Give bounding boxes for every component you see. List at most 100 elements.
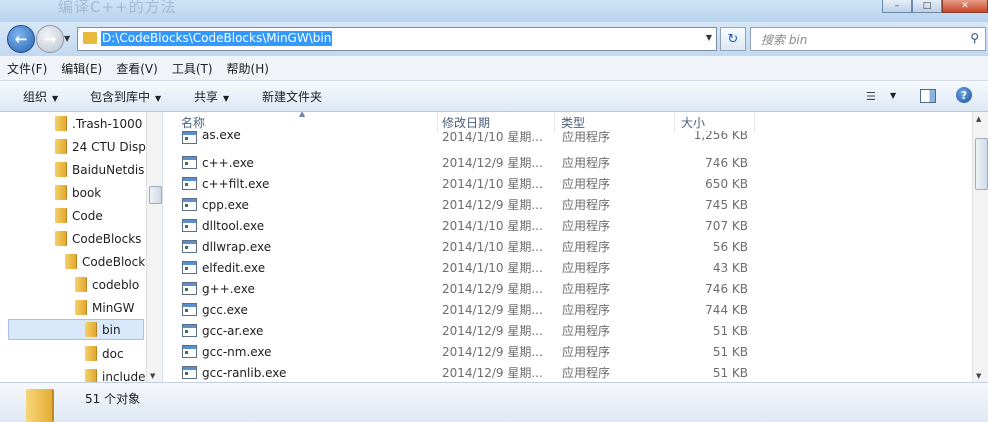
exe-file-icon	[182, 219, 197, 232]
menu-help[interactable]: 帮助(H)	[220, 60, 276, 77]
tree-item[interactable]: MinGW	[75, 297, 134, 318]
exe-file-icon	[182, 131, 197, 144]
file-name: gcc.exe	[202, 302, 248, 317]
file-name: cpp.exe	[202, 197, 249, 212]
command-bar: 组织 ▼ 包含到库中 ▼ 共享 ▼ 新建文件夹 ☰ ▼ ?	[0, 81, 988, 112]
file-row[interactable]: as.exe 2014/1/10 星期... 应用程序 1,256 KB	[179, 131, 759, 147]
file-row[interactable]: c++.exe 2014/12/9 星期... 应用程序 746 KB	[179, 152, 759, 173]
menu-tools[interactable]: 工具(T)	[165, 60, 220, 77]
file-type: 应用程序	[562, 156, 611, 170]
file-list-scrollbar[interactable]: ▲ ▼	[972, 112, 988, 382]
search-icon[interactable]: ⚲	[970, 31, 979, 45]
file-row[interactable]: gcc-ar.exe 2014/12/9 星期... 应用程序 51 KB	[179, 320, 759, 341]
column-header-size[interactable]: 大小	[675, 112, 755, 132]
tree-item-selected[interactable]: bin	[8, 319, 144, 340]
tree-item[interactable]: .Trash-1000	[55, 113, 142, 134]
file-row[interactable]: gcc.exe 2014/12/9 星期... 应用程序 744 KB	[179, 299, 759, 320]
scroll-down-icon[interactable]: ▼	[150, 372, 155, 380]
file-row[interactable]: dllwrap.exe 2014/1/10 星期... 应用程序 56 KB	[179, 236, 759, 257]
folder-icon	[65, 254, 76, 269]
file-row[interactable]: elfedit.exe 2014/1/10 星期... 应用程序 43 KB	[179, 257, 759, 278]
folder-icon	[75, 277, 86, 292]
file-row[interactable]: gcc-nm.exe 2014/12/9 星期... 应用程序 51 KB	[179, 341, 759, 362]
menu-view[interactable]: 查看(V)	[109, 60, 165, 77]
file-row[interactable]: dlltool.exe 2014/1/10 星期... 应用程序 707 KB	[179, 215, 759, 236]
column-header-name[interactable]: 名称 ▲	[163, 112, 438, 132]
arrow-left-icon: ←	[14, 30, 28, 48]
view-options-icon[interactable]: ☰	[866, 90, 876, 103]
title-bar: 编译C++的方法 – □ ✕	[0, 0, 988, 22]
tree-item-label: bin	[102, 322, 121, 337]
address-path[interactable]: D:\CodeBlocks\CodeBlocks\MinGW\bin	[101, 31, 333, 46]
tree-item[interactable]: codeblo	[75, 274, 139, 295]
navigation-pane: .Trash-1000 24 CTU Disp BaiduNetdis book…	[0, 112, 163, 382]
navigation-scrollbar[interactable]: ▼	[146, 112, 162, 382]
file-type: 应用程序	[562, 240, 611, 254]
close-button[interactable]: ✕	[942, 0, 988, 13]
recent-pages-dropdown[interactable]: ▼	[64, 34, 70, 43]
tree-item[interactable]: Code	[55, 205, 103, 226]
exe-file-icon	[182, 261, 197, 274]
forward-button[interactable]: →	[36, 25, 64, 53]
file-date: 2014/12/9 星期...	[442, 303, 543, 317]
organize-label: 组织	[23, 90, 48, 104]
organize-button[interactable]: 组织 ▼	[23, 88, 58, 105]
file-row[interactable]: g++.exe 2014/12/9 星期... 应用程序 746 KB	[179, 278, 759, 299]
file-date: 2014/12/9 星期...	[442, 282, 543, 296]
file-date: 2014/1/10 星期...	[442, 240, 543, 254]
tree-item-label: include	[102, 369, 146, 383]
minimize-button[interactable]: –	[882, 0, 912, 13]
file-type: 应用程序	[562, 366, 611, 380]
share-button[interactable]: 共享 ▼	[194, 88, 229, 105]
file-row[interactable]: cpp.exe 2014/12/9 星期... 应用程序 745 KB	[179, 194, 759, 215]
folder-icon	[55, 116, 66, 131]
tree-item[interactable]: CodeBlock	[65, 251, 145, 272]
tree-item[interactable]: doc	[85, 343, 124, 364]
folder-icon	[85, 346, 96, 361]
tree-item[interactable]: 24 CTU Disp	[55, 136, 146, 157]
column-size-label: 大小	[681, 115, 706, 130]
preview-pane-icon[interactable]	[920, 89, 936, 103]
chevron-down-icon: ▼	[155, 94, 162, 103]
search-input[interactable]: 搜索 bin ⚲	[750, 27, 986, 51]
file-row[interactable]: gcc-ranlib.exe 2014/12/9 星期... 应用程序 51 K…	[179, 362, 759, 382]
address-bar[interactable]: D:\CodeBlocks\CodeBlocks\MinGW\bin ▼	[77, 27, 717, 51]
refresh-icon: ↻	[727, 31, 739, 47]
scroll-up-icon[interactable]: ▲	[976, 115, 981, 123]
file-size: 650 KB	[705, 176, 748, 191]
maximize-button[interactable]: □	[912, 0, 942, 13]
column-header-date[interactable]: 修改日期	[438, 112, 555, 132]
file-type: 应用程序	[562, 303, 611, 317]
file-size: 1,256 KB	[693, 131, 748, 142]
column-header-type[interactable]: 类型	[555, 112, 675, 132]
file-name: gcc-nm.exe	[202, 344, 272, 359]
tree-item-label: CodeBlocks	[72, 231, 142, 246]
new-folder-button[interactable]: 新建文件夹	[262, 88, 322, 105]
menu-file[interactable]: 文件(F)	[0, 60, 54, 77]
tree-item[interactable]: include	[85, 366, 145, 382]
menu-edit[interactable]: 编辑(E)	[54, 60, 109, 77]
scrollbar-thumb[interactable]	[149, 186, 162, 204]
address-history-dropdown[interactable]: ▼	[706, 33, 712, 42]
include-library-button[interactable]: 包含到库中 ▼	[90, 88, 161, 105]
tree-item-label: 24 CTU Disp	[72, 139, 146, 154]
exe-file-icon	[182, 366, 197, 379]
help-icon[interactable]: ?	[956, 87, 972, 103]
tree-item[interactable]: CodeBlocks	[55, 228, 141, 249]
scroll-down-icon[interactable]: ▼	[976, 372, 981, 380]
tree-item[interactable]: book	[55, 182, 101, 203]
window-controls: – □ ✕	[882, 0, 988, 13]
tree-item-label: book	[72, 185, 102, 200]
folder-icon	[85, 369, 96, 382]
refresh-button[interactable]: ↻	[720, 27, 746, 51]
file-type: 应用程序	[562, 282, 611, 296]
scrollbar-thumb[interactable]	[975, 138, 988, 190]
file-type: 应用程序	[562, 198, 611, 212]
chevron-down-icon[interactable]: ▼	[890, 91, 896, 100]
file-row[interactable]: c++filt.exe 2014/1/10 星期... 应用程序 650 KB	[179, 173, 759, 194]
tree-item[interactable]: BaiduNetdis	[55, 159, 144, 180]
folder-icon	[75, 300, 86, 315]
back-button[interactable]: ←	[7, 25, 35, 53]
file-name: dlltool.exe	[202, 218, 265, 233]
file-size: 51 KB	[712, 323, 748, 338]
